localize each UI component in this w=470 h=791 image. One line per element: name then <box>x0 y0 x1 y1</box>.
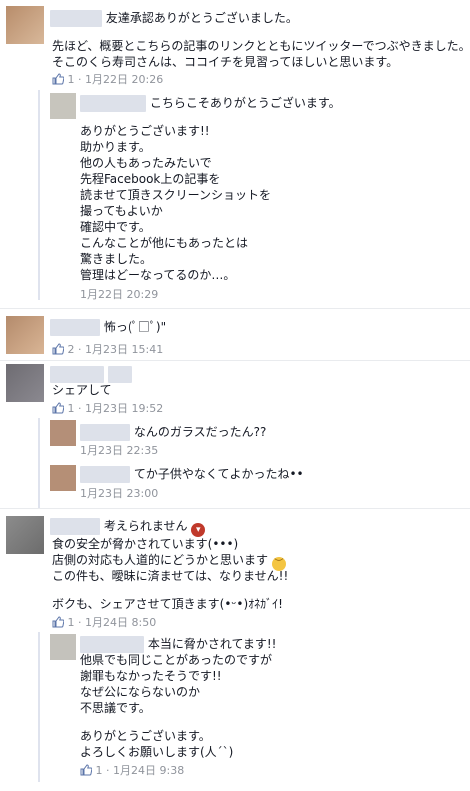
timestamp[interactable]: 1月24日 8:50 <box>85 616 156 629</box>
timestamp[interactable]: 1月22日 20:29 <box>80 288 158 302</box>
devil-emoji-icon: ▾ <box>191 523 206 537</box>
reply-text: てか子供やなくてよかったね•• <box>133 467 304 481</box>
thumbs-up-icon[interactable] <box>52 343 65 355</box>
reply-line: 謝罪もなかったそうです!! <box>80 669 222 683</box>
reply-line: 管理はどーなってるのか…。 <box>80 268 236 282</box>
timestamp[interactable]: 1月23日 19:52 <box>85 402 163 415</box>
comment-text: 友達承認ありがとうございました。 <box>105 11 298 25</box>
reply-header: なんのガラスだったん?? <box>80 424 266 441</box>
timestamp[interactable]: 1月23日 22:35 <box>80 444 158 458</box>
thumbs-up-icon[interactable] <box>52 402 65 414</box>
avatar[interactable] <box>6 364 44 402</box>
comment-text: 考えられません <box>103 519 188 533</box>
avatar[interactable] <box>6 6 44 44</box>
reply-line: 読ませて頂きスクリーンショットを <box>80 188 272 202</box>
reply-line: こんなことが他にもあったとは <box>80 236 249 250</box>
commenter-name-part[interactable] <box>107 366 132 383</box>
reply-text: なんのガラスだったん?? <box>133 425 267 439</box>
reply-thread-bar <box>38 632 40 782</box>
reply-text: こちらこそありがとうございます。 <box>149 96 341 110</box>
comment-body-line: ボクも、シェアさせて頂きます(•ᵕ•)ｵﾈｶﾞｲ! <box>52 597 283 611</box>
reply-text: 本当に脅かされてます!! <box>147 637 277 651</box>
comment-meta: 1 · 1月23日 19:52 <box>52 402 163 416</box>
timestamp[interactable]: 1月23日 15:41 <box>85 343 163 356</box>
like-count[interactable]: 1 <box>68 73 75 86</box>
comment-header: 怖っ(ﾟ□ﾟ)" <box>50 319 166 336</box>
commenter-name[interactable] <box>80 636 144 653</box>
divider <box>0 308 470 309</box>
timestamp[interactable]: 1月23日 23:00 <box>80 487 158 501</box>
comment-meta: 1 · 1月24日 9:38 <box>80 764 184 778</box>
thumbs-up-icon[interactable] <box>52 616 65 628</box>
reply-line: 撮ってもよいか <box>80 204 163 218</box>
comment-body-line: 食の安全が脅かされています(•••) <box>52 537 239 551</box>
reply-line: 不思議です。 <box>80 701 151 715</box>
reply-line: なぜ公にならないのか <box>80 685 201 699</box>
reply-line: 他県でも同じことがあったのですが <box>80 653 273 667</box>
reply-header: てか子供やなくてよかったね•• <box>80 466 304 483</box>
like-count[interactable]: 1 <box>68 402 75 415</box>
commenter-name[interactable] <box>50 319 100 336</box>
comment-text: 怖っ(ﾟ□ﾟ)" <box>103 320 167 334</box>
thumbs-up-icon[interactable] <box>52 73 65 85</box>
like-count[interactable]: 2 <box>68 343 75 356</box>
commenter-name[interactable] <box>80 424 130 441</box>
reply-line: 確認中です。 <box>80 220 151 234</box>
reply-body: ありがとうございます!! 助かります。 他の人もあったみたいで 先程Facebo… <box>80 123 271 283</box>
like-count[interactable]: 1 <box>96 764 103 777</box>
divider <box>0 360 470 361</box>
comment-body-line: 先ほど、概要とこちらの記事のリンクとともにツイッターでつぶやきました。 <box>52 39 470 53</box>
comment-header <box>50 366 132 383</box>
commenter-name[interactable] <box>50 366 104 383</box>
comment-body-line: この件も、曖昧に済ませては、なりません!! <box>52 569 289 583</box>
reply-header: こちらこそありがとうございます。 <box>80 95 341 112</box>
reply-thread-bar <box>38 90 40 300</box>
comment-header: 考えられません ▾ <box>50 518 206 537</box>
reply-header: 本当に脅かされてます!! <box>80 636 277 653</box>
commenter-name[interactable] <box>50 10 102 27</box>
reply-line: 他の人もあったみたいで <box>80 156 212 170</box>
avatar[interactable] <box>50 420 76 446</box>
reply-line: 助かります。 <box>80 140 151 154</box>
comment-meta: 2 · 1月23日 15:41 <box>52 343 163 357</box>
avatar[interactable] <box>50 93 76 119</box>
thumbs-up-icon[interactable] <box>80 764 93 776</box>
comment-body-text: 店側の対応も人道的にどうかと思います <box>52 553 269 567</box>
divider <box>0 508 470 509</box>
reply-line: 驚きました。 <box>80 252 153 266</box>
avatar[interactable] <box>6 516 44 554</box>
comment-meta: 1 · 1月24日 8:50 <box>52 616 156 630</box>
reply-line: ありがとうございます!! <box>80 124 210 138</box>
like-count[interactable]: 1 <box>68 616 75 629</box>
avatar[interactable] <box>50 465 76 491</box>
avatar[interactable] <box>6 316 44 354</box>
comment-header: 友達承認ありがとうございました。 <box>50 10 298 27</box>
reply-line: ありがとうございます。 <box>80 729 211 743</box>
comment-body-line: そこのくら寿司さんは、ココイチを見習ってほしいと思います。 <box>52 55 399 69</box>
timestamp[interactable]: 1月24日 9:38 <box>113 764 184 777</box>
comment-meta: 1 · 1月22日 20:26 <box>52 73 163 87</box>
commenter-name[interactable] <box>80 95 146 112</box>
commenter-name[interactable] <box>50 518 100 535</box>
reply-thread-bar <box>38 418 40 508</box>
avatar[interactable] <box>50 634 76 660</box>
commenter-name[interactable] <box>80 466 130 483</box>
reply-line: 先程Facebook上の記事を <box>80 172 221 186</box>
comment-body-line: シェアして <box>52 383 112 397</box>
reply-line: よろしくお願いします(人´`) <box>80 745 234 759</box>
timestamp[interactable]: 1月22日 20:26 <box>85 73 163 86</box>
